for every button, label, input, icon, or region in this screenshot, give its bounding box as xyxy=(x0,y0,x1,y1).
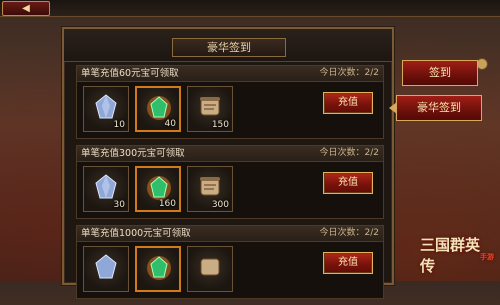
card-title: 单笔充值300元宝可领取 xyxy=(81,148,185,159)
logo-text: 三国群英传 xyxy=(420,236,481,275)
panel-title: 豪华签到 xyxy=(172,38,286,57)
reward-card: 单笔充值60元宝可领取 今日次数：2/2 10 40 150 充值 xyxy=(76,65,384,139)
reward-item[interactable]: 160 xyxy=(135,166,181,212)
back-arrow-icon: ◀ xyxy=(22,3,30,14)
gem-icon xyxy=(147,96,171,120)
daily-count: 今日次数：2/2 xyxy=(319,228,380,238)
daily-count: 今日次数：2/2 xyxy=(319,68,380,78)
reward-item[interactable] xyxy=(135,246,181,292)
reward-item[interactable]: 150 xyxy=(187,86,233,132)
scroll-icon xyxy=(200,177,220,196)
item-quantity: 40 xyxy=(164,119,176,129)
item-quantity: 300 xyxy=(211,200,229,210)
daily-count: 今日次数：2/2 xyxy=(319,148,380,158)
tab-signin[interactable]: 签到 xyxy=(402,60,478,86)
reward-item[interactable] xyxy=(83,246,129,292)
item-quantity: 30 xyxy=(113,200,125,210)
reward-item[interactable]: 30 xyxy=(83,166,129,212)
scroll-icon xyxy=(200,97,220,116)
reward-items xyxy=(83,246,233,294)
item-quantity: 10 xyxy=(113,120,125,130)
reward-item[interactable]: 40 xyxy=(135,86,181,132)
card-header: 单笔充值1000元宝可领取 今日次数：2/2 xyxy=(77,226,383,242)
logo-subtitle: 手游 xyxy=(480,252,494,261)
item-quantity: 150 xyxy=(211,120,229,130)
tab-luxury-signin[interactable]: 豪华签到 xyxy=(389,95,482,121)
card-header: 单笔充值300元宝可领取 今日次数：2/2 xyxy=(77,146,383,162)
item-quantity: 160 xyxy=(158,199,176,209)
reward-card: 单笔充值300元宝可领取 今日次数：2/2 30 160 300 充值 xyxy=(76,145,384,219)
card-title: 单笔充值1000元宝可领取 xyxy=(81,228,191,239)
back-button[interactable]: ◀ xyxy=(2,1,50,16)
panel-header: 豪华签到 xyxy=(64,29,392,62)
luxury-signin-panel: 豪华签到 单笔充值60元宝可领取 今日次数：2/2 10 40 150 充值 单… xyxy=(62,27,394,299)
game-logo: 三国群英传 手游 xyxy=(420,234,494,275)
reward-items: 30 160 300 xyxy=(83,166,233,214)
recharge-button[interactable]: 充值 xyxy=(323,252,373,274)
recharge-button[interactable]: 充值 xyxy=(323,92,373,114)
top-bar: ◀ xyxy=(0,0,500,17)
card-header: 单笔充值60元宝可领取 今日次数：2/2 xyxy=(77,66,383,82)
crystal-icon xyxy=(95,254,117,279)
gem-icon xyxy=(147,256,171,280)
reward-item[interactable]: 300 xyxy=(187,166,233,212)
crystal-icon xyxy=(95,174,117,199)
reward-item[interactable] xyxy=(187,246,233,292)
crystal-icon xyxy=(95,94,117,119)
reward-item[interactable]: 10 xyxy=(83,86,129,132)
reward-card: 单笔充值1000元宝可领取 今日次数：2/2 充值 xyxy=(76,225,384,299)
scroll-icon xyxy=(200,258,220,276)
reward-list[interactable]: 单笔充值60元宝可领取 今日次数：2/2 10 40 150 充值 单笔充值30… xyxy=(76,65,384,305)
gem-icon xyxy=(147,176,171,200)
card-title: 单笔充值60元宝可领取 xyxy=(81,68,179,79)
reward-items: 10 40 150 xyxy=(83,86,233,134)
recharge-button[interactable]: 充值 xyxy=(323,172,373,194)
